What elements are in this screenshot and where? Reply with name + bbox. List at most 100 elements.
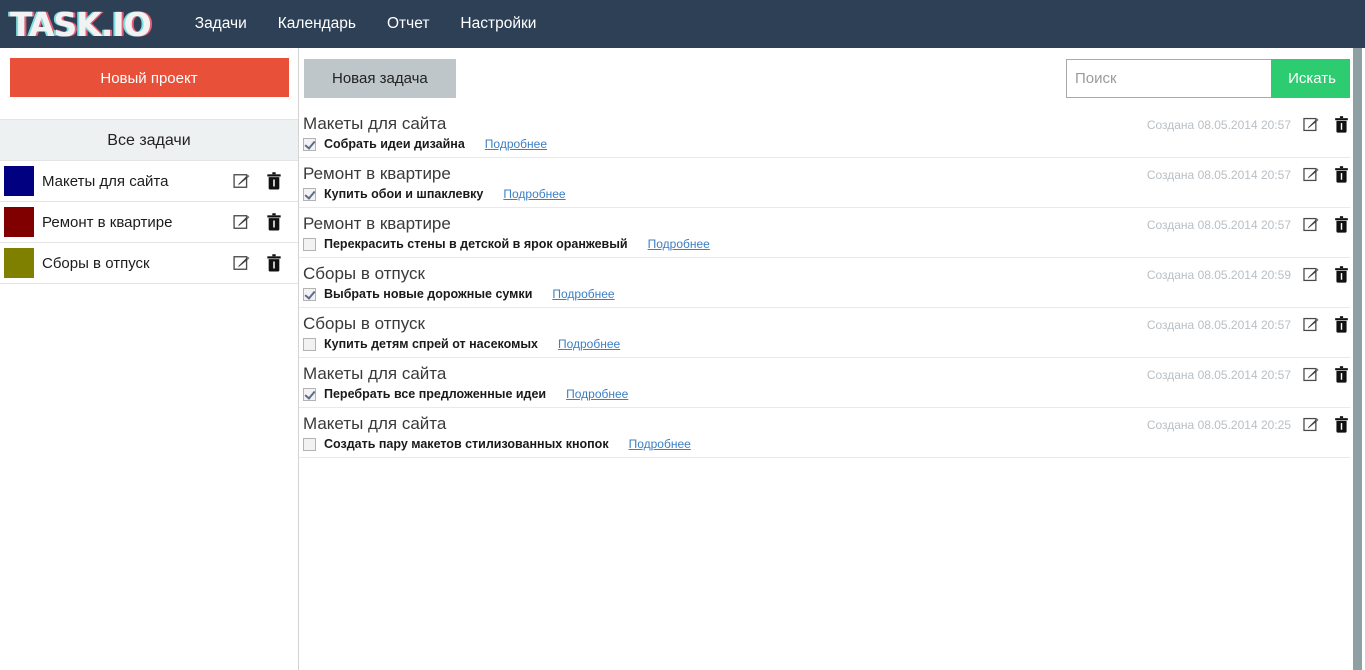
task-head: Сборы в отпуск Создана 08.05.2014 20:59 [303,263,1365,285]
nav-link-settings[interactable]: Настройки [460,16,536,32]
project-name: Ремонт в квартире [42,213,173,231]
project-row[interactable]: Ремонт в квартире [0,202,298,243]
app-shell: Новый проект Все задачи Макеты для сайта… [0,48,1365,670]
nav-link-tasks[interactable]: Задачи [195,16,247,32]
task-details-link[interactable]: Подробнее [558,337,620,351]
task-project-name: Сборы в отпуск [303,264,425,283]
trash-icon[interactable] [1332,265,1351,284]
task-details-link[interactable]: Подробнее [629,437,691,451]
trash-icon[interactable] [1332,315,1351,334]
task-project-name: Макеты для сайта [303,414,447,433]
task-created-date: Создана 08.05.2014 20:57 [1146,117,1291,132]
project-color-swatch [4,207,34,237]
trash-icon[interactable] [1332,215,1351,234]
task-created-date: Создана 08.05.2014 20:57 [1146,167,1291,182]
task-text: Создать пару макетов стилизованных кнопо… [324,437,609,451]
project-row[interactable]: Сборы в отпуск [0,243,298,284]
trash-icon[interactable] [1332,365,1351,384]
task-created-date: Создана 08.05.2014 20:57 [1146,317,1291,332]
sidebar-item-all-tasks[interactable]: Все задачи [0,119,298,161]
task-head: Макеты для сайта Создана 08.05.2014 20:57 [303,113,1365,135]
new-project-button[interactable]: Новый проект [9,58,289,97]
trash-icon[interactable] [264,212,284,232]
task-body: Купить обои и шпаклевку Подробнее [303,187,1365,201]
task-row: Ремонт в квартире Создана 08.05.2014 20:5… [299,158,1365,208]
task-row: Сборы в отпуск Создана 08.05.2014 20:57 Ку… [299,308,1365,358]
task-done-checkbox[interactable] [303,287,316,301]
task-details-link[interactable]: Подробнее [648,237,710,251]
trash-icon[interactable] [264,253,284,273]
edit-icon[interactable] [1302,115,1321,134]
task-done-checkbox[interactable] [303,237,316,251]
task-created-date: Создана 08.05.2014 20:57 [1146,217,1291,232]
task-text: Купить детям спрей от насекомых [324,337,538,351]
scrollbar-thumb[interactable] [1353,48,1362,670]
task-meta: Создана 08.05.2014 20:57 [1147,215,1365,234]
edit-icon[interactable] [1302,265,1321,284]
task-row: Сборы в отпуск Создана 08.05.2014 20:59 Вы… [299,258,1365,308]
edit-icon[interactable] [232,253,252,273]
nav-link-report[interactable]: Отчет [387,16,429,32]
task-details-link[interactable]: Подробнее [552,287,614,301]
sidebar: Новый проект Все задачи Макеты для сайта… [0,48,299,670]
task-meta: Создана 08.05.2014 20:57 [1147,115,1365,134]
top-navbar: TASK.IO Задачи Календарь Отчет Настройки [0,0,1365,48]
task-body: Купить детям спрей от насекомых Подробнее [303,337,1365,351]
task-created-date: Создана 08.05.2014 20:59 [1146,267,1291,282]
task-done-checkbox[interactable] [303,437,316,451]
task-row: Ремонт в квартире Создана 08.05.2014 20:5… [299,208,1365,258]
task-body: Выбрать новые дорожные сумки Подробнее [303,287,1365,301]
task-row: Макеты для сайта Создана 08.05.2014 20:57… [299,108,1365,158]
task-details-link[interactable]: Подробнее [503,187,565,201]
content-toolbar: Новая задача Искать [299,48,1365,108]
search-area: Искать [1066,58,1353,98]
trash-icon[interactable] [1332,115,1351,134]
task-body: Перебрать все предложенные идеи Подробнее [303,387,1365,401]
task-details-link[interactable]: Подробнее [485,137,547,151]
task-text: Купить обои и шпаклевку [324,187,484,201]
project-row-actions [232,253,298,273]
task-done-checkbox[interactable] [303,387,316,401]
edit-icon[interactable] [1302,365,1321,384]
project-list: Макеты для сайта Ремонт в квартире Сборы в… [0,161,298,284]
task-meta: Создана 08.05.2014 20:57 [1147,365,1365,384]
edit-icon[interactable] [1302,165,1321,184]
new-task-button[interactable]: Новая задача [304,58,456,98]
task-meta: Создана 08.05.2014 20:59 [1147,265,1365,284]
search-input[interactable] [1066,58,1271,98]
content-area: Новая задача Искать Макеты для сайта Созд… [299,48,1365,670]
nav-links: Задачи Календарь Отчет Настройки [195,16,537,32]
task-row: Макеты для сайта Создана 08.05.2014 20:57… [299,358,1365,408]
task-done-checkbox[interactable] [303,187,316,201]
content-scrollbar[interactable] [1350,48,1365,670]
task-done-checkbox[interactable] [303,137,316,151]
task-head: Ремонт в квартире Создана 08.05.2014 20:5… [303,163,1365,185]
project-name: Макеты для сайта [42,172,169,190]
edit-icon[interactable] [232,171,252,191]
task-text: Перебрать все предложенные идеи [324,387,547,401]
project-row[interactable]: Макеты для сайта [0,161,298,202]
trash-icon[interactable] [264,171,284,191]
task-project-name: Макеты для сайта [303,364,447,383]
nav-link-calendar[interactable]: Календарь [278,16,356,32]
edit-icon[interactable] [1302,415,1321,434]
trash-icon[interactable] [1332,415,1351,434]
task-done-checkbox[interactable] [303,337,316,351]
project-color-swatch [4,248,34,278]
edit-icon[interactable] [1302,215,1321,234]
task-meta: Создана 08.05.2014 20:57 [1147,315,1365,334]
task-text: Выбрать новые дорожные сумки [324,287,533,301]
task-created-date: Создана 08.05.2014 20:25 [1146,417,1291,432]
edit-icon[interactable] [232,212,252,232]
task-project-name: Сборы в отпуск [303,314,425,333]
search-button[interactable]: Искать [1271,58,1353,98]
task-created-date: Создана 08.05.2014 20:57 [1146,367,1291,382]
task-head: Сборы в отпуск Создана 08.05.2014 20:57 [303,313,1365,335]
app-logo[interactable]: TASK.IO [10,8,152,41]
task-head: Макеты для сайта Создана 08.05.2014 20:57 [303,363,1365,385]
trash-icon[interactable] [1332,165,1351,184]
edit-icon[interactable] [1302,315,1321,334]
task-project-name: Ремонт в квартире [303,164,451,183]
project-row-actions [232,212,298,232]
task-details-link[interactable]: Подробнее [566,387,628,401]
